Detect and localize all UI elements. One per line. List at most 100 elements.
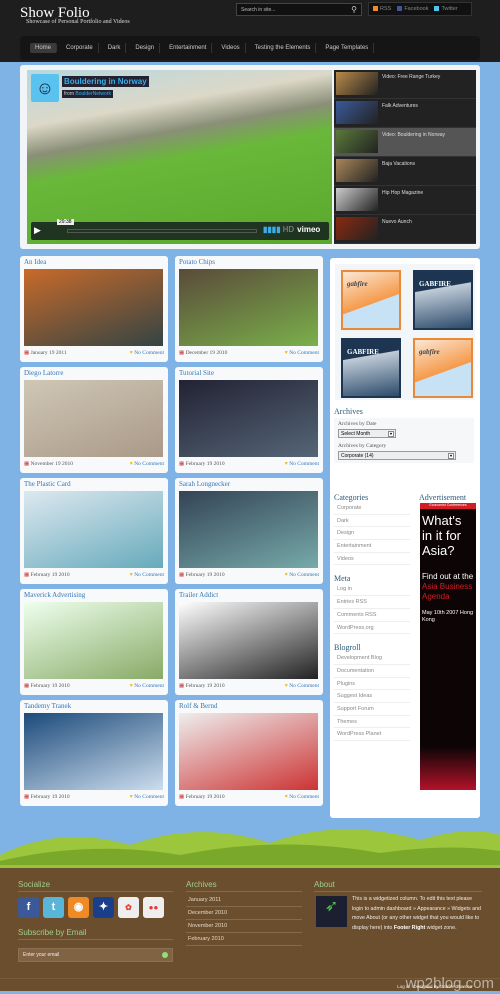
playlist-item[interactable]: Baja Vacations xyxy=(334,157,476,186)
nav-item-design[interactable]: Design xyxy=(130,43,161,53)
meta-link[interactable]: Entries RSS xyxy=(334,596,410,609)
post-title[interactable]: An Idea xyxy=(24,258,164,269)
post-thumbnail[interactable] xyxy=(179,713,318,790)
playlist-item[interactable]: Video: Free Range Turkey xyxy=(334,70,476,99)
twitter-icon[interactable]: t xyxy=(43,897,64,918)
progress-bar[interactable] xyxy=(67,229,257,233)
footer-archive-link[interactable]: November 2010 xyxy=(186,920,302,933)
post-title[interactable]: Diego Latorre xyxy=(24,369,164,380)
sponsor-ad[interactable]: GABFIRE xyxy=(413,270,473,330)
flickr-icon[interactable]: ●● xyxy=(143,897,164,918)
video-thumbnail[interactable] xyxy=(336,130,378,153)
rss-icon[interactable]: ◉ xyxy=(68,897,89,918)
post-title[interactable]: Rolf & Bernd xyxy=(179,702,319,713)
footer-archive-link[interactable]: January 2011 xyxy=(186,894,302,907)
category-select[interactable]: Corporate (14) ▾ xyxy=(338,451,456,460)
post-thumbnail[interactable] xyxy=(24,602,163,679)
post-thumbnail[interactable] xyxy=(24,380,163,457)
nav-item-entertainment[interactable]: Entertainment xyxy=(164,43,213,53)
categories-link[interactable]: Design xyxy=(334,527,410,541)
video-player[interactable]: ☺ Bouldering in Norway from BoulderNetwo… xyxy=(27,70,332,244)
post-title[interactable]: Maverick Advertising xyxy=(24,591,164,602)
post-title[interactable]: The Plastic Card xyxy=(24,480,164,491)
comments-link[interactable]: ♥ No Comment xyxy=(285,794,319,800)
social-link-facebook[interactable]: Facebook xyxy=(397,6,428,12)
post-thumbnail[interactable] xyxy=(24,491,163,568)
nav-item-dark[interactable]: Dark xyxy=(103,43,127,53)
myspace-icon[interactable]: ✦ xyxy=(93,897,114,918)
comments-link[interactable]: ♥ No Comment xyxy=(130,461,164,467)
footer-archive-link[interactable]: December 2010 xyxy=(186,907,302,920)
post-thumbnail[interactable] xyxy=(179,491,318,568)
post-thumbnail[interactable] xyxy=(179,602,318,679)
search-input[interactable]: Search in site... ⚲ xyxy=(236,3,362,16)
email-input[interactable]: Enter your email xyxy=(18,948,173,962)
post-thumbnail[interactable] xyxy=(24,269,163,346)
categories-link[interactable]: Dark xyxy=(334,515,410,528)
nav-item-home[interactable]: Home xyxy=(30,43,58,53)
comments-link[interactable]: ♥ No Comment xyxy=(285,572,319,578)
social-link-twitter[interactable]: Twitter xyxy=(434,6,458,12)
video-thumbnail[interactable] xyxy=(336,217,378,240)
post-title[interactable]: Tutorial Site xyxy=(179,369,319,380)
post-thumbnail[interactable] xyxy=(179,269,318,346)
blogroll-link[interactable]: WordPress Planet xyxy=(334,728,410,741)
month-select[interactable]: Select Month ▾ xyxy=(338,429,396,438)
playlist-item[interactable]: Nuevo Aunch xyxy=(334,215,476,244)
playlist-item[interactable]: Hip Hop Magazine xyxy=(334,186,476,215)
meta-link[interactable]: Comments RSS xyxy=(334,609,410,622)
search-icon[interactable]: ⚲ xyxy=(351,5,357,14)
categories-link[interactable]: Videos xyxy=(334,553,410,566)
playlist-item[interactable]: Falk Adventures xyxy=(334,99,476,128)
post-title[interactable]: Sarah Longnecker xyxy=(179,480,319,491)
nav-item-testing-the-elements[interactable]: Testing the Elements xyxy=(250,43,317,53)
meta-link[interactable]: WordPress.org xyxy=(334,622,410,635)
video-thumbnail[interactable] xyxy=(336,101,378,124)
submit-icon[interactable] xyxy=(162,952,168,958)
picasa-icon[interactable]: ✿ xyxy=(118,897,139,918)
social-link-rss[interactable]: RSS xyxy=(373,6,391,12)
advertisement-banner[interactable]: Economist Conferences What's in it for A… xyxy=(420,503,476,790)
post-thumbnail[interactable] xyxy=(24,713,163,790)
video-thumbnail[interactable] xyxy=(336,72,378,95)
playlist-item[interactable]: Video: Bouldering in Norway xyxy=(334,128,476,157)
video-title[interactable]: Bouldering in Norway xyxy=(62,76,149,87)
comments-link[interactable]: ♥ No Comment xyxy=(285,461,319,467)
avatar[interactable]: ☺ xyxy=(31,74,59,102)
comments-link[interactable]: ♥ No Comment xyxy=(130,683,164,689)
volume-icon[interactable]: ▮▮▮▮ xyxy=(263,225,281,234)
sponsor-ad[interactable]: gabfire xyxy=(413,338,473,398)
blogroll-link[interactable]: Support Forum xyxy=(334,703,410,716)
facebook-icon[interactable]: f xyxy=(18,897,39,918)
blogroll-link[interactable]: Themes xyxy=(334,716,410,729)
nav-item-corporate[interactable]: Corporate xyxy=(61,43,99,53)
categories-link[interactable]: Entertainment xyxy=(334,540,410,553)
post-title[interactable]: Potato Chips xyxy=(179,258,319,269)
hd-label[interactable]: HD xyxy=(283,225,295,234)
nav-item-videos[interactable]: Videos xyxy=(216,43,246,53)
sponsor-ad[interactable]: gabfire xyxy=(341,270,401,330)
post-thumbnail[interactable] xyxy=(179,380,318,457)
comments-link[interactable]: ♥ No Comment xyxy=(130,572,164,578)
blogroll-link[interactable]: Documentation xyxy=(334,665,410,678)
categories-link[interactable]: Corporate xyxy=(334,502,410,515)
sponsor-ad[interactable]: GABFIRE xyxy=(341,338,401,398)
vimeo-logo[interactable]: ▮▮▮▮ HD vimeo xyxy=(263,225,320,234)
comments-link[interactable]: ♥ No Comment xyxy=(285,350,319,356)
blogroll-link[interactable]: Suggest Ideas xyxy=(334,690,410,703)
video-thumbnail[interactable] xyxy=(336,188,378,211)
social-links: RSS Facebook Twitter xyxy=(368,2,472,16)
blogroll-link[interactable]: Development Blog xyxy=(334,652,410,665)
comments-link[interactable]: ♥ No Comment xyxy=(130,794,164,800)
nav-item-page-templates[interactable]: Page Templates xyxy=(320,43,375,53)
post-title[interactable]: Tandemy Tranek xyxy=(24,702,164,713)
post-title[interactable]: Trailer Addict xyxy=(179,591,319,602)
author-link[interactable]: BoulderNetwork xyxy=(75,91,111,97)
comments-link[interactable]: ♥ No Comment xyxy=(285,683,319,689)
comments-link[interactable]: ♥ No Comment xyxy=(130,350,164,356)
video-thumbnail[interactable] xyxy=(336,159,378,182)
blogroll-link[interactable]: Plugins xyxy=(334,678,410,691)
meta-link[interactable]: Log in xyxy=(334,583,410,597)
play-icon[interactable]: ▶ xyxy=(34,225,41,236)
footer-archive-link[interactable]: February 2010 xyxy=(186,933,302,946)
